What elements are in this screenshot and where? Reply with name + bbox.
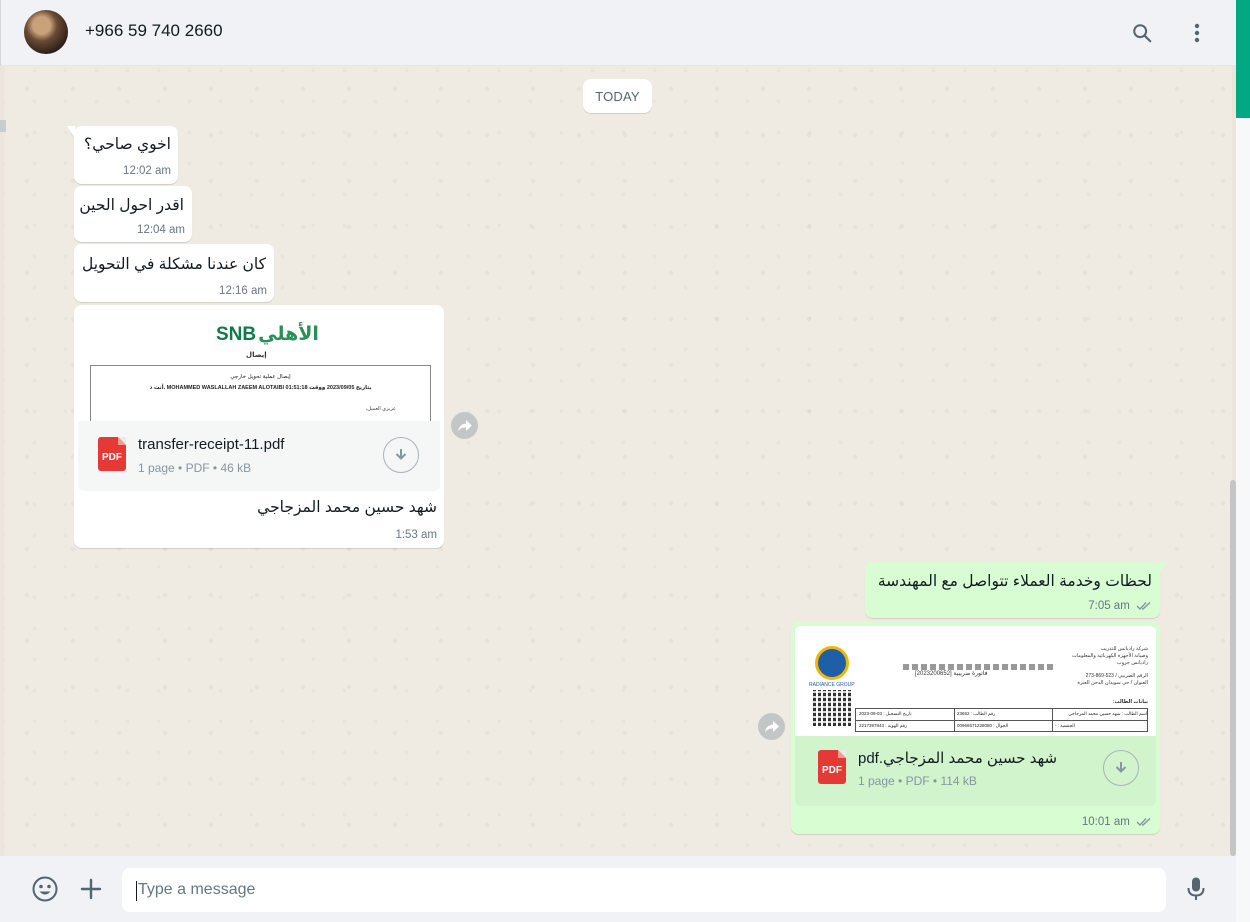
table-cell: اسم الطالب : شهد حسين محمد المزجاجي [1068, 711, 1147, 716]
message-time: 10:01 am [1081, 816, 1130, 828]
invoice-number: 2023200652 [916, 671, 951, 677]
document-preview[interactable]: RADIANCE GROUP فاتورة ضريبية [2023200652… [795, 626, 1156, 736]
panel-divider-mark [0, 120, 6, 132]
message-time: 1:53 am [395, 529, 437, 541]
message-time: 7:05 am [1088, 600, 1130, 612]
message-time: 12:02 am [123, 165, 171, 177]
message-outgoing-document[interactable]: RADIANCE GROUP فاتورة ضريبية [2023200652… [791, 622, 1160, 834]
document-preview[interactable]: SNB الأهلي إيصال إيصال عملية تحويل خارجي … [78, 309, 440, 421]
table-cell: الجوال : 00966571228080 [957, 723, 1009, 728]
company-logo [815, 646, 849, 680]
microphone-icon[interactable] [1180, 873, 1212, 905]
receipt-line: أنت د. MOHAMMED WASLALLAH ZAEEM ALOTAIBI… [149, 385, 372, 391]
forward-icon[interactable] [451, 412, 478, 439]
company-line: رادياتس جروب [1116, 660, 1148, 666]
read-ticks-icon [1136, 817, 1151, 826]
message-time: 12:16 am [219, 285, 267, 297]
contact-avatar[interactable] [24, 10, 68, 54]
document-card[interactable]: PDF transfer-receipt-11.pdf 1 page • PDF… [78, 421, 440, 491]
company-line: وصيانة الأجهزة الكهربائية والمعلومات [1072, 653, 1148, 659]
download-icon[interactable] [1103, 750, 1139, 786]
download-icon[interactable] [383, 437, 419, 473]
message-outgoing[interactable]: لحظات وخدمة العملاء تتواصل مع المهندسة 7… [865, 562, 1167, 618]
message-text: اقدر احول الحين [79, 197, 184, 214]
table-cell: الجنسية : - [1055, 723, 1075, 728]
message-incoming[interactable]: كان عندنا مشكلة في التحويل 12:16 am [74, 244, 274, 302]
message-incoming[interactable]: اخوي صاحي؟ 12:02 am [67, 126, 178, 184]
message-text: لحظات وخدمة العملاء تتواصل مع المهندسة [877, 573, 1152, 590]
company-line: الرقم الضريبي / 523-869-273 [1085, 673, 1148, 679]
read-ticks-icon [1136, 601, 1151, 610]
message-list[interactable]: TODAY اخوي صاحي؟ 12:02 am اقدر احول الحي… [4, 66, 1232, 856]
message-composer [0, 856, 1236, 922]
document-file-name: شهد حسين محمد المزجاجي.pdf [858, 750, 1058, 767]
company-line: العنوان / حي سويدان الدخن العنزة [1077, 680, 1148, 686]
receipt-line: إيصال عملية تحويل خارجي [230, 374, 291, 380]
table-cell: رقم الطالب : 23652 [957, 711, 996, 716]
bubble-tail [67, 126, 75, 138]
message-incoming[interactable]: اقدر احول الحين 12:04 am [74, 186, 192, 242]
company-line: شركة رادياتس للتدريب [1100, 646, 1148, 652]
document-card[interactable]: PDF شهد حسين محمد المزجاجي.pdf 1 page • … [795, 736, 1156, 806]
plus-icon[interactable] [75, 873, 107, 905]
side-accent-bar [1236, 0, 1250, 118]
document-caption: شهد حسين محمد المزجاجي [257, 499, 437, 516]
receipt-title: إيصال [246, 352, 267, 359]
invoice-title-text: فاتورة ضريبية [953, 671, 988, 677]
company-header: شركة رادياتس للتدريب وصيانة الأجهزة الكه… [1072, 646, 1148, 687]
bank-logo: SNB الأهلي [216, 323, 319, 346]
receipt-line: عزيزي العميل، [365, 406, 396, 412]
message-text: كان عندنا مشكلة في التحويل [81, 256, 266, 273]
emoji-icon[interactable] [29, 873, 61, 905]
bubble-tail [1159, 562, 1167, 574]
pdf-file-icon: PDF [818, 750, 846, 784]
student-table: تاريخ التسجيل : 03-09-2023 رقم الطالب : … [855, 708, 1148, 732]
day-divider: TODAY [583, 79, 652, 113]
message-text: اخوي صاحي؟ [84, 136, 171, 153]
document-file-name: transfer-receipt-11.pdf [138, 436, 285, 453]
message-meta: 10:01 am [1082, 816, 1152, 828]
logo-caption: RADIANCE GROUP [809, 682, 855, 688]
search-icon[interactable] [1127, 18, 1157, 48]
text-caret [136, 881, 137, 901]
receipt-frame: إيصال عملية تحويل خارجي أنت د. MOHAMMED … [90, 365, 431, 421]
message-time: 12:04 am [137, 224, 185, 236]
document-meta: 1 page • PDF • 114 kB [858, 774, 977, 788]
bank-logo-ar: الأهلي [258, 324, 319, 345]
message-incoming-document[interactable]: SNB الأهلي إيصال إيصال عملية تحويل خارجي … [74, 305, 444, 548]
pdf-file-icon: PDF [98, 437, 126, 471]
contact-name[interactable]: +966 59 740 2660 [85, 21, 223, 41]
side-panel-edge [1236, 118, 1250, 922]
chat-scrollbar[interactable] [1230, 480, 1236, 856]
kebab-menu-icon[interactable] [1182, 18, 1212, 48]
table-cell: رقم الهوية : 2217397843 [859, 723, 908, 728]
table-cell: تاريخ التسجيل : 03-09-2023 [859, 711, 912, 716]
message-meta: 7:05 am [1088, 600, 1152, 612]
invoice-title: فاتورة ضريبية [2023200652] [915, 671, 988, 677]
bank-logo-en: SNB [216, 324, 257, 345]
document-meta: 1 page • PDF • 46 kB [138, 461, 252, 475]
student-section-title: بيانات الطالب: [1112, 699, 1148, 705]
forward-icon[interactable] [758, 713, 785, 740]
message-input[interactable] [122, 868, 1166, 912]
chat-header: +966 59 740 2660 [0, 0, 1236, 66]
